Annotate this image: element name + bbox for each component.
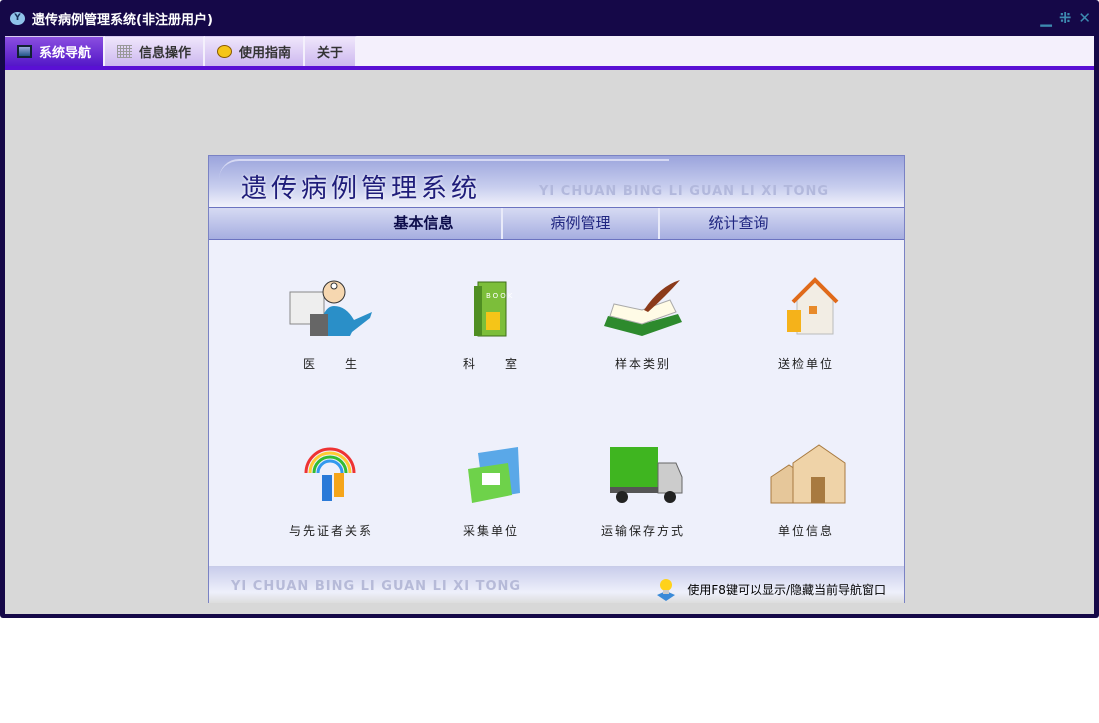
grid-icon bbox=[117, 45, 133, 58]
truck-icon bbox=[610, 447, 683, 503]
item-label: 科 室 bbox=[462, 357, 519, 371]
f8-hint: 使用F8键可以显示/隐藏当前导航窗口 bbox=[687, 582, 886, 597]
item-submitting-unit[interactable]: 送检单位 bbox=[736, 276, 876, 372]
house-icon bbox=[787, 277, 839, 335]
building-icon bbox=[770, 444, 846, 504]
navigation-panel: 遗传病例管理系统 YI CHUAN BING LI GUAN LI XI TON… bbox=[208, 155, 905, 603]
nav-basic-info[interactable]: 基本信息 bbox=[346, 208, 503, 239]
panel-subtitle: YI CHUAN BING LI GUAN LI XI TONG bbox=[539, 184, 830, 199]
item-label: 采集单位 bbox=[462, 524, 519, 538]
item-label: 运输保存方式 bbox=[600, 524, 685, 538]
monitor-icon bbox=[17, 45, 32, 58]
item-sample-category[interactable]: 样本类别 bbox=[573, 276, 713, 372]
lightbulb-icon bbox=[657, 579, 676, 601]
item-proband-relation[interactable]: 与先证者关系 bbox=[261, 443, 401, 539]
item-label: 送检单位 bbox=[777, 357, 834, 371]
panel-title: 遗传病例管理系统 bbox=[241, 174, 482, 204]
title-bar: Y 遗传病例管理系统(非注册用户) ▁ ⁜ ✕ bbox=[0, 0, 1099, 36]
book-icon: BOOK bbox=[474, 281, 514, 337]
item-unit-info[interactable]: 单位信息 bbox=[736, 443, 876, 539]
item-doctor[interactable]: 医 生 bbox=[261, 276, 401, 372]
help-icon bbox=[217, 45, 233, 58]
close-icon[interactable]: ✕ bbox=[1078, 9, 1091, 27]
nav-statistics-query[interactable]: 统计查询 bbox=[660, 208, 817, 239]
restore-icon[interactable]: ⁜ bbox=[1059, 9, 1072, 27]
tab-label: 系统导航 bbox=[39, 46, 92, 61]
panel-header: 遗传病例管理系统 YI CHUAN BING LI GUAN LI XI TON… bbox=[209, 156, 904, 207]
tab-user-guide[interactable]: 使用指南 bbox=[205, 36, 306, 66]
item-label: 医 生 bbox=[302, 357, 359, 371]
item-label: 样本类别 bbox=[614, 357, 671, 371]
tab-label: 关于 bbox=[317, 46, 344, 61]
rainbow-people-icon bbox=[304, 447, 356, 501]
tab-system-navigation[interactable]: 系统导航 bbox=[5, 36, 106, 66]
item-label: 单位信息 bbox=[777, 524, 834, 538]
tab-bar: 系统导航 信息操作 使用指南 关于 bbox=[5, 36, 1094, 66]
folder-icon bbox=[468, 447, 520, 503]
panel-footer: YI CHUAN BING LI GUAN LI XI TONG 使用F8键可以… bbox=[209, 566, 904, 603]
open-book-icon bbox=[604, 280, 682, 336]
item-collection-unit[interactable]: 采集单位 bbox=[421, 443, 561, 539]
app-logo-icon: Y bbox=[10, 11, 25, 25]
minimize-icon[interactable]: ▁ bbox=[1040, 9, 1052, 27]
doctor-icon bbox=[289, 280, 372, 336]
item-label: 与先证者关系 bbox=[288, 524, 373, 538]
tab-label: 信息操作 bbox=[139, 46, 192, 61]
tab-info-operation[interactable]: 信息操作 bbox=[105, 36, 206, 66]
tab-about[interactable]: 关于 bbox=[305, 36, 358, 66]
item-department[interactable]: BOOK 科 室 bbox=[421, 276, 561, 372]
window-title: 遗传病例管理系统(非注册用户) bbox=[32, 12, 213, 28]
tab-label: 使用指南 bbox=[239, 46, 292, 61]
nav-case-management[interactable]: 病例管理 bbox=[503, 208, 660, 239]
item-transport-storage[interactable]: 运输保存方式 bbox=[573, 443, 713, 539]
svg-text:BOOK: BOOK bbox=[486, 292, 514, 300]
footer-subtitle: YI CHUAN BING LI GUAN LI XI TONG bbox=[231, 579, 522, 594]
panel-nav: 基本信息 病例管理 统计查询 bbox=[209, 207, 904, 240]
